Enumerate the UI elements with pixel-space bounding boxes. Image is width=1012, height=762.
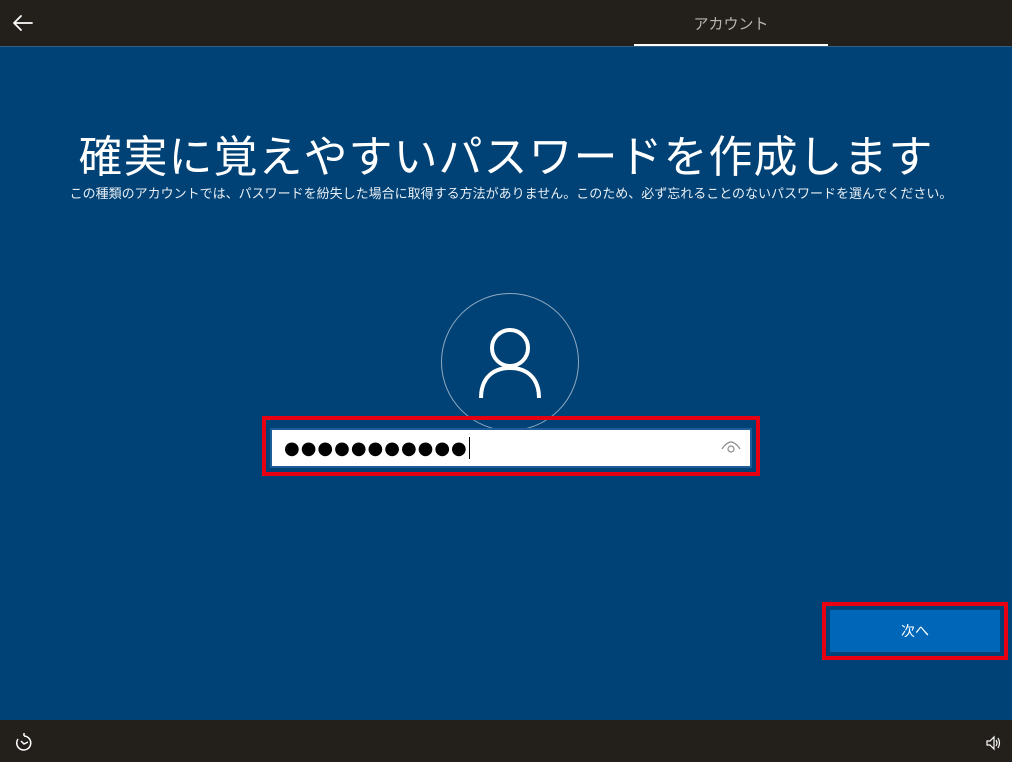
- user-icon: [479, 328, 541, 399]
- top-bar: アカウント: [0, 0, 1012, 46]
- text-caret: [468, 437, 470, 459]
- password-value: ●●●●●●●●●●●: [284, 437, 468, 459]
- next-button-label: 次へ: [901, 624, 929, 640]
- tab-account-label: アカウント: [693, 14, 769, 33]
- eye-icon: [721, 441, 741, 453]
- volume-button[interactable]: [984, 733, 1004, 753]
- next-button[interactable]: 次へ: [830, 610, 1000, 652]
- avatar: [441, 293, 579, 431]
- volume-icon: [986, 735, 1001, 751]
- back-button[interactable]: [8, 8, 38, 38]
- ease-of-access-icon: [16, 733, 32, 751]
- ease-of-access-button[interactable]: [12, 731, 36, 755]
- page-title: 確実に覚えやすいパスワードを作成します: [78, 132, 934, 183]
- reveal-password-button[interactable]: [720, 437, 742, 459]
- arrow-left-icon: [13, 15, 33, 31]
- password-input[interactable]: ●●●●●●●●●●●: [270, 428, 752, 468]
- tab-account: アカウント: [634, 0, 828, 46]
- bottom-bar: [0, 720, 1012, 762]
- page-subtitle: この種類のアカウントでは、パスワードを紛失した場合に取得する方法がありません。こ…: [69, 187, 953, 202]
